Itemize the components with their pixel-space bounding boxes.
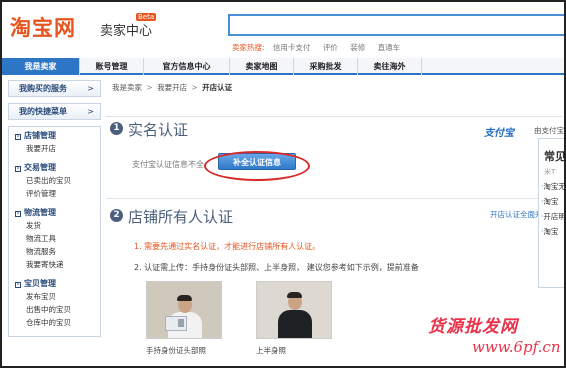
header: 淘宝网 卖家中心 Beta 卖家热搜: 信用卡支付 评价 装修 直通车 <box>2 2 564 54</box>
sidebar-box-label: 我的快捷菜单 <box>19 107 67 116</box>
sidebar: 我购买的服务 > 我的快捷菜单 > - 店铺管理 我要开店 - 交易管理 已卖出的宝… <box>8 80 101 366</box>
breadcrumb-link[interactable]: 我要开店 <box>157 83 187 92</box>
sidebar-quick-menu[interactable]: 我的快捷菜单 > <box>8 103 101 120</box>
person-hair <box>287 292 302 298</box>
main-nav: 我是卖家 账号管理 官方信息中心 卖家地图 采购批发 卖往海外 <box>2 58 564 75</box>
sidebar-link[interactable]: 我要开店 <box>9 142 100 155</box>
sidebar-group-logistics: - 物流管理 发货 物流工具 物流服务 我要寄快递 <box>9 207 100 271</box>
sample-photo-upper-body <box>256 281 332 339</box>
photo-caption: 手持身份证头部照 <box>146 346 206 355</box>
nav-tab-overseas[interactable]: 卖往海外 <box>358 58 422 75</box>
id-card-photo <box>178 319 184 327</box>
faq-title: 常见 <box>544 150 564 163</box>
collapse-icon: - <box>15 281 21 288</box>
requirement-note: 1. 需要先通过实名认证，才能进行店铺所有人认证。 <box>134 242 321 251</box>
sidebar-link[interactable]: 已卖出的宝贝 <box>9 174 100 187</box>
hot-word-link[interactable]: 装修 <box>350 43 365 52</box>
section-header: 1 实名认证 支付宝 由支付宝提供 <box>106 117 564 141</box>
sample-photo-id-card <box>146 281 222 339</box>
sidebar-link[interactable]: 物流服务 <box>9 245 100 258</box>
sidebar-link[interactable]: 出售中的宝贝 <box>9 303 100 316</box>
sidebar-group-label: 物流管理 <box>24 208 56 217</box>
sidebar-group-title[interactable]: - 店铺管理 <box>9 130 100 142</box>
faq-link[interactable]: ·开店明 <box>539 211 564 222</box>
sidebar-link[interactable]: 物流工具 <box>9 232 100 245</box>
breadcrumb-separator: > <box>146 83 153 92</box>
photo-caption: 上半身照 <box>256 346 286 355</box>
verification-upgrade-link[interactable]: 开店认证全面升 <box>490 209 543 220</box>
taobao-logo[interactable]: 淘宝网 <box>10 12 76 42</box>
nav-tab-seller[interactable]: 我是卖家 <box>2 58 80 75</box>
beta-badge: Beta <box>136 13 157 21</box>
upload-instructions: 2. 认证需上传：手持身份证头部照、上半身照， 建议您参考如下示例，提前准备 <box>134 263 419 272</box>
alipay-logo: 支付宝 <box>484 128 514 139</box>
faq-link-label: 淘宝无法认 <box>543 182 564 191</box>
sidebar-group-trade: - 交易管理 已卖出的宝贝 评价管理 <box>9 162 100 200</box>
hot-word-link[interactable]: 信用卡支付 <box>273 43 311 52</box>
faq-link[interactable]: ·淘宝 <box>539 226 564 237</box>
breadcrumb-link[interactable]: 我是卖家 <box>112 83 142 92</box>
nav-tab-seller-map[interactable]: 卖家地图 <box>230 58 294 75</box>
watermark-url: www.6pf.cn <box>472 338 561 356</box>
nav-tab-account[interactable]: 账号管理 <box>80 58 144 75</box>
section-title: 实名认证 <box>128 121 189 139</box>
sidebar-link[interactable]: 我要寄快递 <box>9 258 100 271</box>
sidebar-link[interactable]: 仓库中的宝贝 <box>9 316 100 329</box>
chevron-right-icon: > <box>87 107 94 116</box>
hot-searches: 卖家热搜: 信用卡支付 评价 装修 直通车 <box>232 42 410 53</box>
step-number-badge: 2 <box>110 209 123 222</box>
collapse-icon: - <box>15 210 21 217</box>
breadcrumb: 我是卖家 > 我要开店 > 开店认证 <box>106 80 562 96</box>
sidebar-group-title[interactable]: - 宝贝管理 <box>9 278 100 290</box>
real-name-section: 1 实名认证 支付宝 由支付宝提供 支付宝认证信息不全 补全认证信息 <box>106 116 564 170</box>
sidebar-group-label: 宝贝管理 <box>24 279 56 288</box>
sidebar-group-title[interactable]: - 物流管理 <box>9 207 100 219</box>
sidebar-group-label: 店铺管理 <box>24 131 56 140</box>
person-body <box>278 310 312 338</box>
faq-link-label: 淘宝 <box>543 227 559 236</box>
person-hair <box>177 295 192 301</box>
section-title: 店铺所有人认证 <box>128 208 234 226</box>
faq-link-label: 开店明 <box>543 212 564 221</box>
sidebar-group-label: 交易管理 <box>24 163 56 172</box>
alipay-status-text: 支付宝认证信息不全 <box>132 160 204 169</box>
seller-center-title: 卖家中心 <box>100 24 153 39</box>
search-input[interactable] <box>228 14 564 36</box>
sidebar-link[interactable]: 发货 <box>9 219 100 232</box>
faq-link-label: 淘宝 <box>543 197 559 206</box>
hot-word-link[interactable]: 直通车 <box>378 43 401 52</box>
faq-panel: 常见 米T ·淘宝无法认 ·淘宝 ·开店明 ·淘宝 <box>538 138 564 288</box>
sidebar-group-shop: - 店铺管理 我要开店 <box>9 130 100 155</box>
screenshot-frame: 淘宝网 卖家中心 Beta 卖家热搜: 信用卡支付 评价 装修 直通车 我是卖家… <box>0 0 566 368</box>
sidebar-menu-panel: - 店铺管理 我要开店 - 交易管理 已卖出的宝贝 评价管理 - 物流管理 发货 物流… <box>8 126 101 337</box>
breadcrumb-separator: > <box>191 83 198 92</box>
faq-link[interactable]: ·淘宝 <box>539 196 564 207</box>
faq-subtitle: 米T <box>544 168 556 176</box>
faq-link[interactable]: ·淘宝无法认 <box>539 181 564 192</box>
collapse-icon: - <box>15 165 21 172</box>
sidebar-group-title[interactable]: - 交易管理 <box>9 162 100 174</box>
sidebar-link[interactable]: 发布宝贝 <box>9 290 100 303</box>
collapse-icon: - <box>15 133 21 140</box>
sidebar-link[interactable]: 评价管理 <box>9 187 100 200</box>
highlight-circle <box>204 151 310 181</box>
sidebar-purchased-services[interactable]: 我购买的服务 > <box>8 80 101 97</box>
watermark-title: 货源批发网 <box>428 317 518 337</box>
nav-tab-wholesale[interactable]: 采购批发 <box>294 58 358 75</box>
hot-searches-label: 卖家热搜: <box>232 43 265 52</box>
sidebar-box-label: 我购买的服务 <box>19 84 67 93</box>
hot-word-link[interactable]: 评价 <box>323 43 338 52</box>
step-number-badge: 1 <box>110 122 123 135</box>
chevron-right-icon: > <box>87 84 94 93</box>
breadcrumb-current: 开店认证 <box>202 83 233 92</box>
alipay-provider-text: 由支付宝提供 <box>534 126 564 135</box>
nav-tab-official-info[interactable]: 官方信息中心 <box>144 58 230 75</box>
sidebar-group-items: - 宝贝管理 发布宝贝 出售中的宝贝 仓库中的宝贝 <box>9 278 100 329</box>
id-card <box>165 316 187 331</box>
